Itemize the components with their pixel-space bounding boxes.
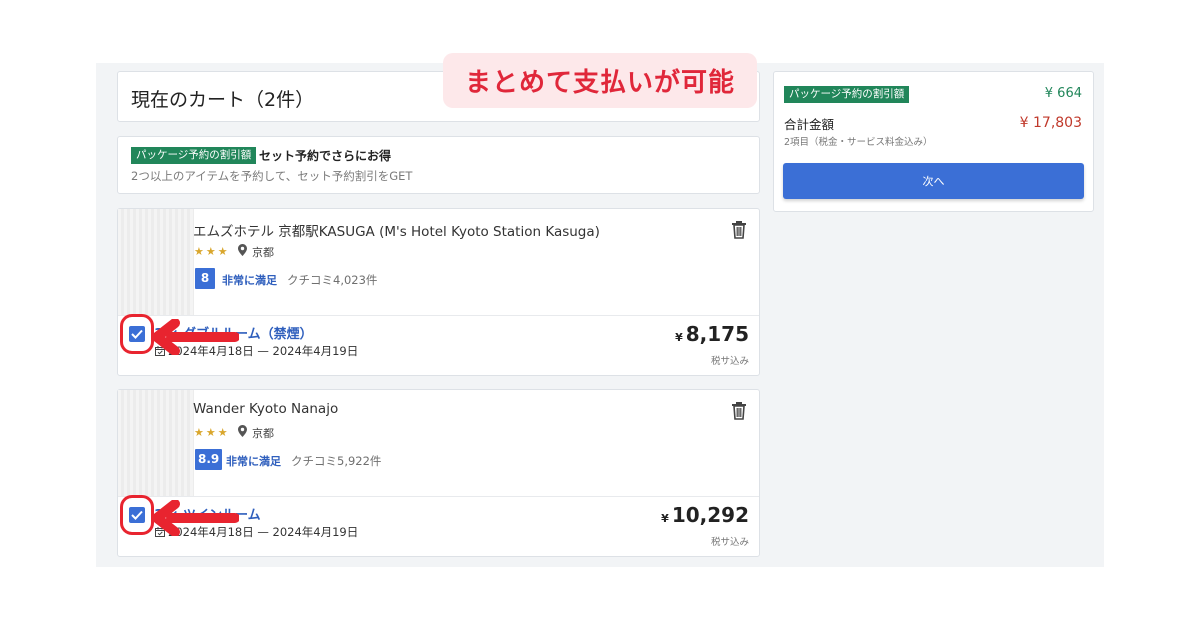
item-price: ¥10,292: [661, 503, 749, 527]
discount-banner-subtitle: 2つ以上のアイテムを予約して、セット予約割引をGET: [131, 169, 413, 183]
package-discount-banner: パッケージ予約の割引額 セット予約でさらにお得 2つ以上のアイテムを予約して、セ…: [117, 136, 760, 194]
hotel-name[interactable]: エムズホテル 京都駅KASUGA (M's Hotel Kyoto Statio…: [193, 220, 600, 240]
hotel-thumbnail: [118, 390, 194, 496]
package-discount-badge: パッケージ予約の割引額: [784, 86, 910, 103]
total-amount: ¥ 17,803: [1019, 115, 1082, 131]
hotel-name[interactable]: Wander Kyoto Nanajo: [193, 401, 338, 417]
currency-symbol: ¥: [661, 512, 669, 525]
review-score-badge: 8: [195, 268, 215, 289]
review-score-label: 非常に満足: [222, 274, 277, 287]
next-button[interactable]: 次へ: [783, 163, 1084, 199]
location-pin-icon: [238, 425, 247, 437]
trash-icon[interactable]: [730, 400, 748, 420]
price-amount: 10,292: [671, 503, 749, 527]
divider: [118, 315, 759, 316]
review-count: クチコミ4,023件: [287, 273, 378, 287]
location-pin-icon: [238, 244, 247, 256]
order-summary-panel: パッケージ予約の割引額 ¥ 664 合計金額 ¥ 17,803 2項目（税金・サ…: [773, 71, 1094, 212]
hotel-thumbnail: [118, 209, 194, 315]
item-price: ¥8,175: [675, 322, 749, 346]
review-score-badge: 8.9: [195, 449, 223, 470]
red-arrow-icon: [152, 500, 239, 536]
divider: [118, 496, 759, 497]
cart-title: 現在のカート（2件）: [131, 89, 315, 111]
total-subtext: 2項目（税金・サービス料金込み）: [784, 137, 933, 148]
cart-page: 現在のカート（2件） まとめて支払いが可能 パッケージ予約の割引額 セット予約で…: [96, 53, 1104, 567]
tax-note: 税サ込み: [710, 537, 749, 548]
cart-item-hotel: エムズホテル 京都駅KASUGA (M's Hotel Kyoto Statio…: [117, 208, 760, 376]
currency-symbol: ¥: [675, 331, 683, 344]
discount-amount: ¥ 664: [1044, 86, 1082, 101]
hotel-location: 京都: [252, 246, 274, 259]
callout-text: まとめて支払いが可能: [464, 68, 735, 98]
cart-item-hotel: Wander Kyoto Nanajo ★★★ 京都 8.9 非常に満足 クチコ…: [117, 389, 760, 557]
hotel-location: 京都: [252, 427, 274, 440]
red-arrow-icon: [152, 319, 239, 355]
callout-annotation: まとめて支払いが可能: [443, 53, 757, 108]
discount-banner-title: セット予約でさらにお得: [259, 149, 392, 163]
review-count: クチコミ5,922件: [291, 454, 382, 468]
star-rating: ★★★: [194, 245, 230, 258]
star-rating: ★★★: [194, 426, 230, 439]
package-discount-badge: パッケージ予約の割引額: [131, 147, 257, 164]
tax-note: 税サ込み: [710, 356, 749, 367]
price-amount: 8,175: [685, 322, 749, 346]
review-score-label: 非常に満足: [226, 455, 281, 468]
trash-icon[interactable]: [730, 219, 748, 239]
total-label: 合計金額: [784, 117, 835, 132]
